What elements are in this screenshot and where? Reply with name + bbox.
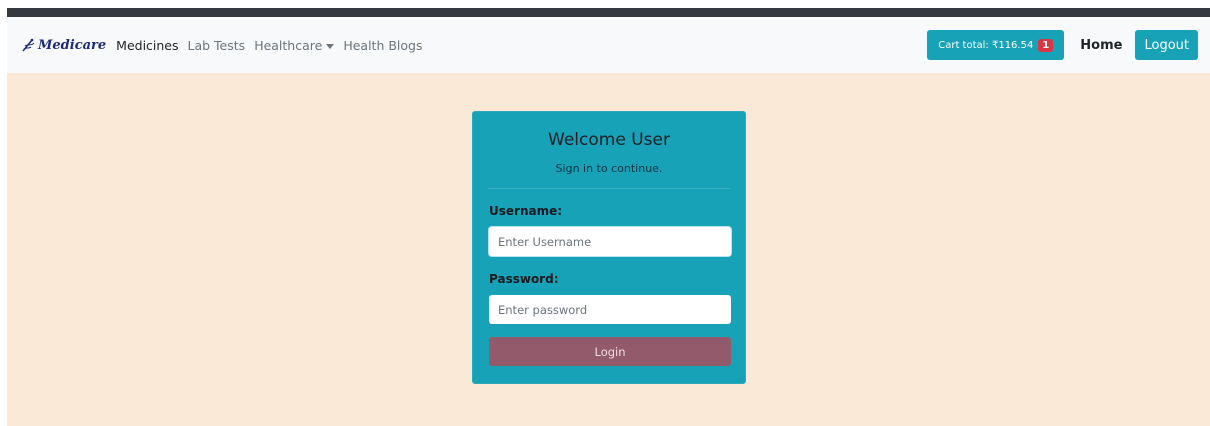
nav-link-health-blogs[interactable]: Health Blogs <box>343 38 422 53</box>
login-title: Welcome User <box>548 130 670 150</box>
brand[interactable]: Medicare <box>20 37 106 53</box>
nav-dropdown-healthcare[interactable]: Healthcare <box>254 37 335 53</box>
brand-name: Medicare <box>38 37 107 53</box>
nav-dropdown-healthcare-label: Healthcare <box>254 37 323 53</box>
password-input[interactable] <box>489 295 731 324</box>
login-subtitle: Sign in to continue. <box>555 162 663 175</box>
main-content: Welcome User Sign in to continue. Userna… <box>7 73 1210 426</box>
login-card: Welcome User Sign in to continue. Userna… <box>472 111 746 384</box>
password-label: Password: <box>489 272 559 286</box>
login-button[interactable]: Login <box>489 337 731 366</box>
nav-right: Cart total: ₹116.54 1 Home Logout <box>927 17 1198 73</box>
caduceus-logo-icon <box>22 38 35 52</box>
username-input[interactable] <box>489 227 731 256</box>
nav-link-medicines[interactable]: Medicines <box>116 38 178 53</box>
caret-down-icon <box>326 43 335 49</box>
navbar: Medicare Medicines Lab Tests Healthcare … <box>7 17 1210 73</box>
logout-button[interactable]: Logout <box>1135 30 1198 60</box>
cart-total-label: Cart total: ₹116.54 <box>938 39 1034 51</box>
top-dark-bar <box>7 8 1210 17</box>
username-label: Username: <box>489 204 563 218</box>
cart-count-badge: 1 <box>1038 38 1054 52</box>
nav-link-lab-tests[interactable]: Lab Tests <box>188 38 246 53</box>
nav-links: Medicines Lab Tests Healthcare Health Bl… <box>116 38 431 53</box>
divider <box>488 188 730 189</box>
home-link[interactable]: Home <box>1080 38 1122 53</box>
cart-button[interactable]: Cart total: ₹116.54 1 <box>927 30 1065 60</box>
